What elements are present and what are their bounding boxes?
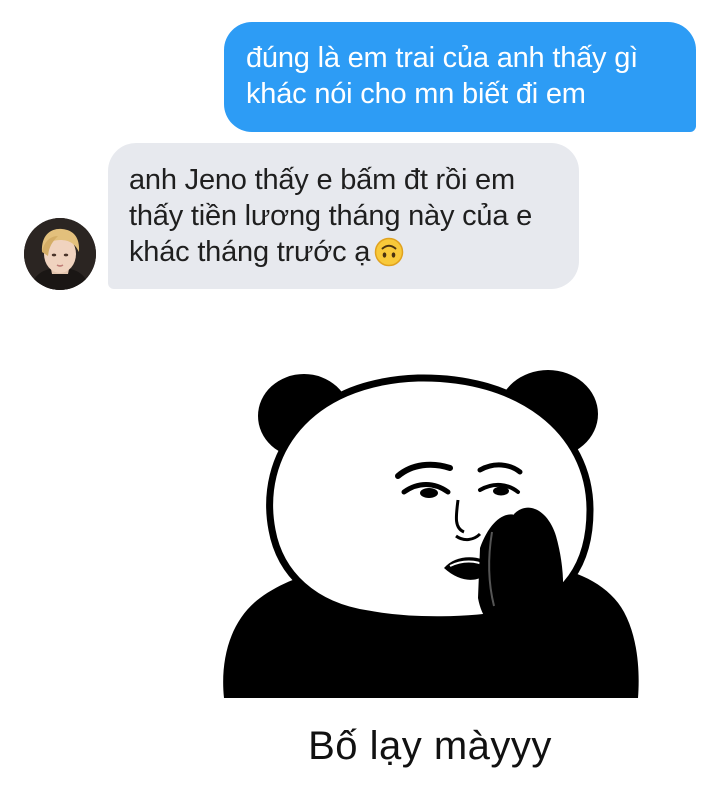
received-message-line: khác tháng trước ạ [129, 234, 563, 270]
upside-down-face-icon [374, 237, 404, 267]
meme-caption: Bố lạy màyyy [308, 724, 552, 768]
received-message-line: anh Jeno thấy e bấm đt rồi em [129, 164, 515, 196]
sent-message-line: khác nói cho mn biết đi em [246, 78, 586, 110]
sent-message-bubble[interactable]: đúng là em trai của anh thấy gì khác nói… [224, 22, 696, 132]
sent-message-line: đúng là em trai của anh thấy gì [246, 42, 638, 74]
panda-meme-praying-icon [223, 370, 639, 698]
contact-avatar-icon [24, 218, 96, 290]
received-message-bubble[interactable]: anh Jeno thấy e bấm đt rồi em thấy tiền … [108, 143, 579, 289]
received-message-text: khác tháng trước ạ [129, 236, 371, 268]
received-message-line: thấy tiền lương tháng này của e [129, 200, 533, 232]
avatar[interactable] [24, 218, 96, 290]
